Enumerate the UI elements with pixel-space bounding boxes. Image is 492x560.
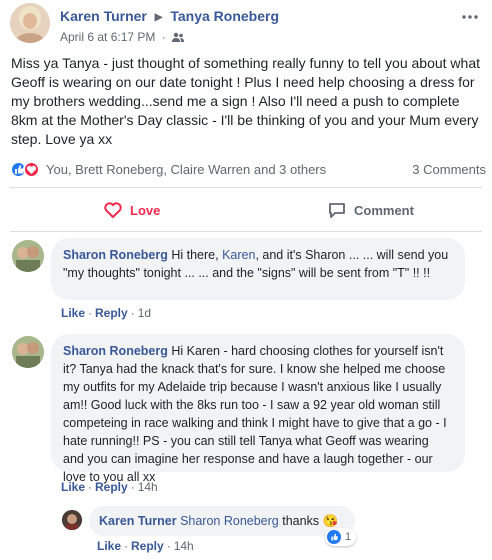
post-author-line: Karen Turner ▶ Tanya Roneberg	[60, 8, 279, 24]
reply-time[interactable]: 14h	[174, 539, 194, 553]
reaction-names[interactable]: You, Brett Roneberg, Claire Warren and 3…	[46, 162, 326, 177]
divider	[10, 187, 482, 188]
comment-bubble: Sharon Roneberg Hi Karen - hard choosing…	[51, 334, 465, 484]
reply-link[interactable]: Reply	[131, 539, 164, 553]
heart-icon	[104, 202, 122, 218]
friends-icon[interactable]	[172, 30, 185, 44]
like-link[interactable]: Like	[61, 306, 85, 320]
arrow-right-icon: ▶	[154, 12, 163, 23]
reply-bubble: Karen Turner Sharon Roneberg thanks 😘	[89, 506, 355, 536]
author-avatar[interactable]	[10, 3, 50, 43]
facebook-post: Karen Turner ▶ Tanya Roneberg April 6 at…	[0, 0, 492, 560]
comment-author[interactable]: Sharon Roneberg	[63, 248, 168, 262]
reply-text: thanks	[282, 514, 320, 528]
comment-text: Hi Karen - hard choosing clothes for you…	[63, 344, 447, 484]
author-name[interactable]: Karen Turner	[60, 8, 147, 24]
like-reaction-icon	[327, 530, 341, 544]
reply-author-avatar[interactable]	[62, 510, 82, 530]
comment-label: Comment	[354, 202, 414, 218]
more-dots-icon[interactable]	[462, 3, 478, 24]
recipient-name[interactable]: Tanya Roneberg	[170, 8, 279, 24]
love-label: Love	[130, 202, 161, 218]
reaction-icons[interactable]	[10, 161, 42, 179]
reaction-count: 1	[345, 531, 352, 543]
comment-count[interactable]: 3 Comments	[412, 162, 486, 177]
reply-reaction-badge[interactable]: 1	[325, 528, 357, 546]
reply-actions: Like · Reply · 14h	[97, 539, 194, 553]
commenter-avatar[interactable]	[12, 240, 44, 272]
comment-time[interactable]: 14h	[138, 480, 158, 494]
love-button[interactable]: Love	[104, 198, 160, 222]
comment-button[interactable]: Comment	[328, 198, 414, 222]
comment-actions: Like · Reply · 1d	[61, 306, 152, 320]
reply-author[interactable]: Karen Turner	[99, 514, 177, 528]
post-timestamp[interactable]: April 6 at 6:17 PM	[60, 30, 155, 44]
like-link[interactable]: Like	[61, 480, 85, 494]
reactions-summary: You, Brett Roneberg, Claire Warren and 3…	[10, 160, 486, 180]
like-link[interactable]: Like	[97, 539, 121, 553]
comment-icon	[328, 202, 346, 219]
comment-text: Hi there,	[171, 248, 223, 262]
post-meta: April 6 at 6:17 PM ·	[60, 30, 185, 44]
divider	[10, 231, 482, 232]
reply-link[interactable]: Reply	[95, 306, 128, 320]
mention-link[interactable]: Sharon Roneberg	[180, 514, 279, 528]
reply-link[interactable]: Reply	[95, 480, 128, 494]
commenter-avatar[interactable]	[12, 336, 44, 368]
comment-author[interactable]: Sharon Roneberg	[63, 344, 168, 358]
love-reaction-icon	[23, 161, 40, 178]
comment-time[interactable]: 1d	[138, 306, 151, 320]
comment-actions: Like · Reply · 14h	[61, 480, 158, 494]
mention-link[interactable]: Karen	[222, 248, 255, 262]
kiss-emoji: 😘	[322, 514, 339, 528]
comment-bubble: Sharon Roneberg Hi there, Karen, and it'…	[51, 238, 465, 300]
post-text: Miss ya Tanya - just thought of somethin…	[11, 55, 480, 147]
